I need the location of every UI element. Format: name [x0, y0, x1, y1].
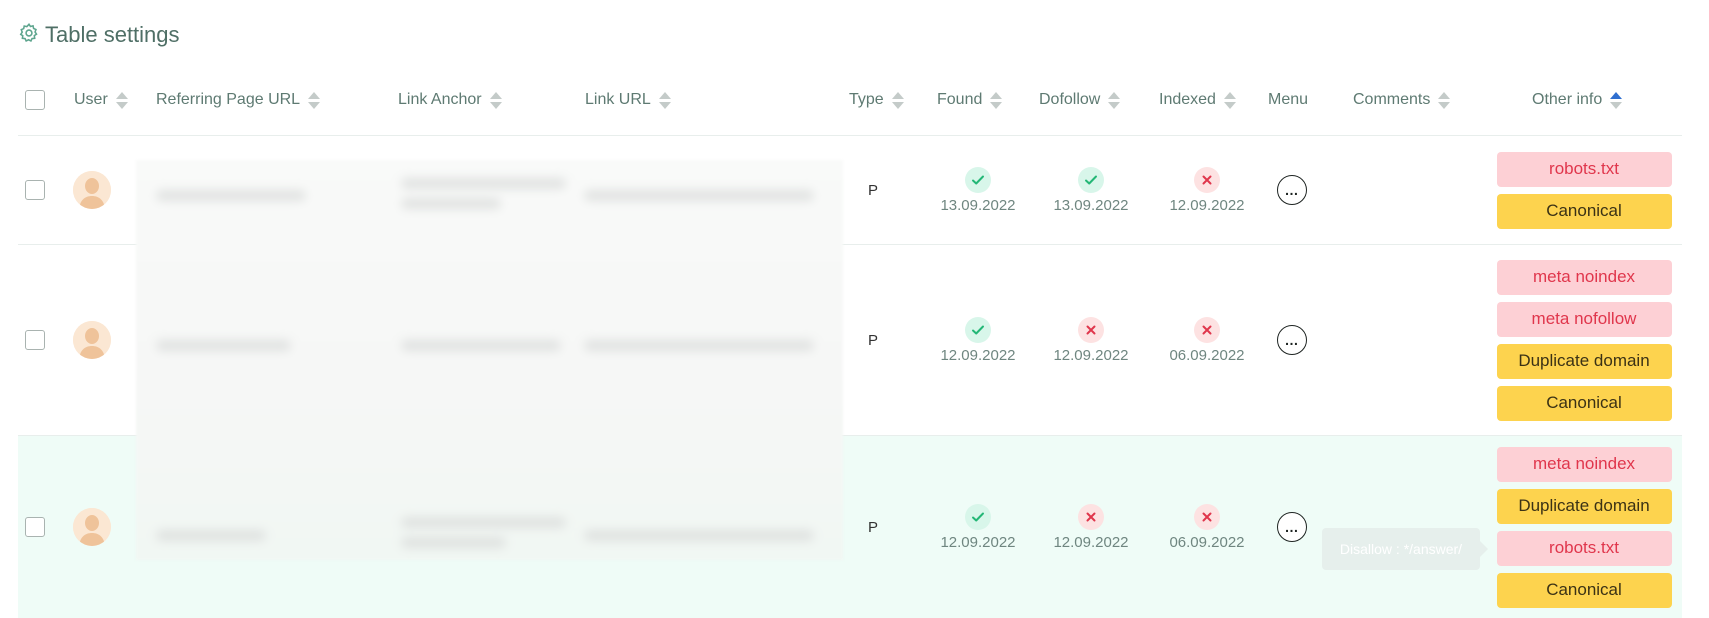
tag-canonical[interactable]: Canonical	[1496, 572, 1672, 608]
tag-canonical[interactable]: Canonical	[1496, 193, 1672, 229]
column-label: Menu	[1268, 91, 1309, 108]
sort-arrows-icon[interactable]	[1223, 91, 1236, 109]
sort-arrows-icon[interactable]	[891, 91, 904, 109]
column-label: Link URL	[585, 91, 651, 108]
tag-meta-noindex[interactable]: meta noindex	[1496, 259, 1672, 295]
sort-arrows-icon[interactable]	[308, 91, 321, 109]
tag-meta-nofollow[interactable]: meta nofollow	[1496, 301, 1672, 337]
column-label: Referring Page URL	[156, 91, 301, 108]
redacted-url-area	[136, 160, 843, 560]
check-icon	[965, 166, 991, 193]
column-header-indexed[interactable]: Indexed	[1159, 64, 1236, 136]
gear-icon	[18, 22, 40, 49]
dofollow-date: 12.09.2022	[1053, 533, 1129, 551]
column-header-link-url[interactable]: Link URL	[585, 64, 671, 136]
found-status: 13.09.2022	[918, 136, 1038, 244]
link-type: P	[867, 331, 878, 349]
ellipsis-icon: …	[1284, 182, 1300, 198]
ellipsis-icon: …	[1284, 519, 1300, 535]
column-header-type[interactable]: Type	[849, 64, 904, 136]
check-icon	[965, 316, 991, 343]
row-checkbox[interactable]	[25, 517, 45, 537]
user-avatar-icon	[73, 508, 111, 546]
tag-tooltip: Disallow : */answer/	[1322, 528, 1488, 570]
column-header-referring-page-url[interactable]: Referring Page URL	[156, 64, 321, 136]
table-settings-label: Table settings	[45, 22, 180, 47]
column-header-other-info[interactable]: Other info	[1532, 64, 1623, 136]
sort-arrows-icon[interactable]	[990, 91, 1003, 109]
tag-duplicate-domain[interactable]: Duplicate domain	[1496, 343, 1672, 379]
dofollow-status: 12.09.2022	[1031, 245, 1151, 435]
sort-arrows-icon[interactable]	[1108, 91, 1121, 109]
row-checkbox[interactable]	[25, 180, 45, 200]
tag-canonical[interactable]: Canonical	[1496, 385, 1672, 421]
row-menu-button[interactable]: …	[1277, 325, 1307, 355]
tooltip-text: Disallow : */answer/	[1339, 541, 1463, 557]
check-icon	[1078, 166, 1104, 193]
column-header-link-anchor[interactable]: Link Anchor	[398, 64, 502, 136]
link-type: P	[867, 518, 878, 536]
user-avatar-icon	[73, 321, 111, 359]
sort-arrows-icon[interactable]	[658, 91, 671, 109]
column-header-found[interactable]: Found	[937, 64, 1003, 136]
table-header: User Referring Page URL Link Anchor Link…	[18, 64, 1682, 136]
column-label: Found	[937, 91, 983, 108]
row-menu-button[interactable]: …	[1277, 175, 1307, 205]
cross-icon	[1078, 503, 1104, 530]
tag-meta-noindex[interactable]: meta noindex	[1496, 446, 1672, 482]
check-icon	[965, 503, 991, 530]
table-settings-button[interactable]: Table settings	[18, 20, 180, 50]
indexed-date: 06.09.2022	[1169, 533, 1245, 551]
found-status: 12.09.2022	[918, 436, 1038, 618]
select-all-checkbox[interactable]	[25, 90, 45, 110]
tag-duplicate-domain[interactable]: Duplicate domain	[1496, 488, 1672, 524]
dofollow-status: 12.09.2022	[1031, 436, 1151, 618]
column-label: Indexed	[1159, 91, 1216, 108]
dofollow-date: 12.09.2022	[1053, 346, 1129, 364]
column-label: Comments	[1353, 91, 1431, 108]
dofollow-date: 13.09.2022	[1053, 196, 1129, 214]
column-label: User	[74, 91, 108, 108]
indexed-date: 06.09.2022	[1169, 346, 1245, 364]
indexed-status: 06.09.2022	[1147, 436, 1267, 618]
cross-icon	[1194, 503, 1220, 530]
ellipsis-icon: …	[1284, 332, 1300, 348]
link-type: P	[867, 181, 878, 199]
found-date: 13.09.2022	[940, 196, 1016, 214]
sort-arrows-icon[interactable]	[1610, 91, 1623, 109]
found-date: 12.09.2022	[940, 346, 1016, 364]
found-date: 12.09.2022	[940, 533, 1016, 551]
row-checkbox[interactable]	[25, 330, 45, 350]
tag-robots-txt[interactable]: robots.txt	[1496, 151, 1672, 187]
sort-arrows-icon[interactable]	[115, 91, 128, 109]
column-label: Type	[849, 91, 884, 108]
column-header-dofollow[interactable]: Dofollow	[1039, 64, 1121, 136]
sort-arrows-icon[interactable]	[489, 91, 502, 109]
column-label: Other info	[1532, 91, 1603, 108]
cross-icon	[1078, 316, 1104, 343]
user-avatar-icon	[73, 171, 111, 209]
column-header-user[interactable]: User	[74, 64, 128, 136]
cross-icon	[1194, 316, 1220, 343]
column-header-menu: Menu	[1268, 64, 1308, 136]
indexed-date: 12.09.2022	[1169, 196, 1245, 214]
sort-arrows-icon[interactable]	[1438, 91, 1451, 109]
found-status: 12.09.2022	[918, 245, 1038, 435]
dofollow-status: 13.09.2022	[1031, 136, 1151, 244]
row-menu-button[interactable]: …	[1277, 512, 1307, 542]
cross-icon	[1194, 166, 1220, 193]
tag-robots-txt[interactable]: robots.txt	[1496, 530, 1672, 566]
column-header-comments[interactable]: Comments	[1353, 64, 1451, 136]
indexed-status: 06.09.2022	[1147, 245, 1267, 435]
column-label: Link Anchor	[398, 91, 482, 108]
indexed-status: 12.09.2022	[1147, 136, 1267, 244]
column-label: Dofollow	[1039, 91, 1101, 108]
